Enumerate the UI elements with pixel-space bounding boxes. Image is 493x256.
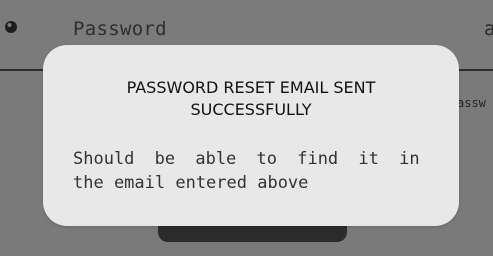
- dialog-message-line: the email entered above: [73, 173, 309, 193]
- dialog-title: PASSWORD RESET EMAIL SENT SUCCESSFULLY: [43, 77, 459, 121]
- dialog-message: Should be able to find it in the email e…: [73, 147, 443, 195]
- password-field-label: Password: [73, 18, 167, 40]
- app-screen: Password a assw PASSWORD RESET EMAIL SEN…: [0, 0, 493, 256]
- password-reset-dialog: PASSWORD RESET EMAIL SENT SUCCESSFULLY S…: [43, 45, 459, 226]
- background-partial-text: assw: [457, 96, 486, 110]
- dialog-title-line: SUCCESSFULLY: [190, 100, 312, 119]
- key-icon: [5, 21, 17, 33]
- visibility-toggle-icon[interactable]: a: [484, 18, 493, 40]
- dialog-title-line: PASSWORD RESET EMAIL SENT: [126, 78, 376, 97]
- dialog-message-line: Should be able to find it in: [73, 149, 420, 169]
